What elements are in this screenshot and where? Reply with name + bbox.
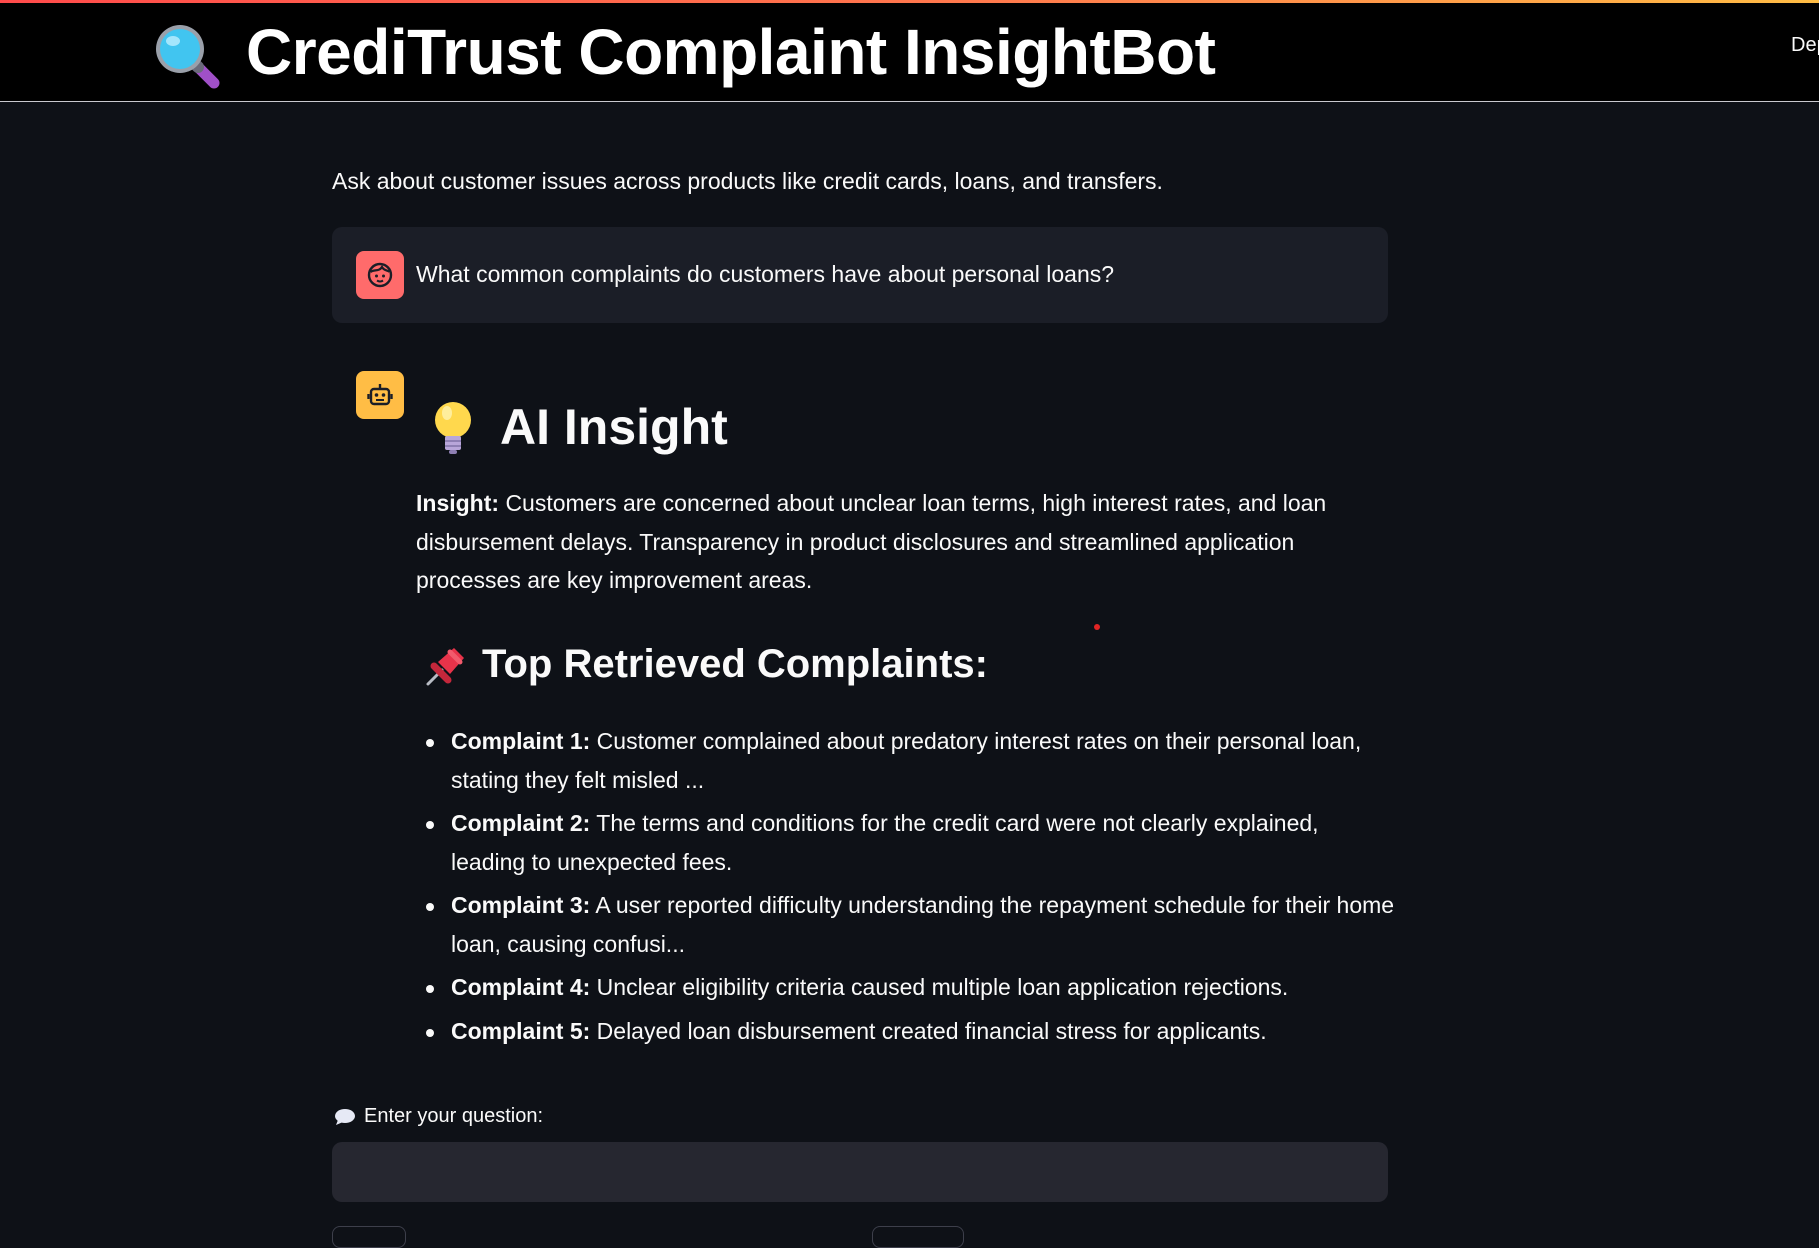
user-avatar <box>356 251 404 299</box>
assistant-avatar <box>356 371 404 419</box>
cursor-dot <box>1094 624 1100 630</box>
app-header: CrediTrust Complaint InsightBot Dep <box>0 3 1819 102</box>
list-item: Complaint 4: Unclear eligibility criteri… <box>416 968 1396 1007</box>
user-message-text: What common complaints do customers have… <box>416 261 1115 287</box>
complaint-label: Complaint 5: <box>451 1017 591 1044</box>
insight-label: Insight: <box>416 490 500 516</box>
complaint-text: Delayed loan disbursement created financ… <box>596 1017 1267 1044</box>
intro-text: Ask about customer issues across product… <box>332 168 1163 194</box>
complaint-label: Complaint 4: <box>451 974 591 1000</box>
deploy-button[interactable]: Dep <box>1791 34 1819 57</box>
lightbulb-icon <box>435 402 471 454</box>
complaint-text: A user reported difficulty understanding… <box>451 892 1395 957</box>
complaints-heading: Top Retrieved Complaints: <box>482 642 988 686</box>
complaint-text: Unclear eligibility criteria caused mult… <box>596 974 1289 1000</box>
list-item: Complaint 3: A user reported difficulty … <box>416 886 1396 963</box>
question-label: Enter your question: <box>334 1105 543 1128</box>
insight-text: Customers are concerned about unclear lo… <box>416 490 1327 593</box>
insight-paragraph: Insight: Customers are concerned about u… <box>416 484 1396 600</box>
app-title: CrediTrust Complaint InsightBot <box>246 16 1216 88</box>
complaint-label: Complaint 2: <box>451 810 591 836</box>
complaint-list: Complaint 1: Customer complained about p… <box>416 722 1396 1055</box>
clear-button[interactable] <box>872 1226 964 1248</box>
question-input[interactable] <box>332 1142 1388 1202</box>
insight-heading: AI Insight <box>500 399 728 455</box>
pushpin-icon <box>426 648 464 686</box>
robot-icon <box>367 384 393 406</box>
magnifying-glass-icon <box>156 25 220 89</box>
list-item: Complaint 1: Customer complained about p… <box>416 722 1396 799</box>
question-label-text: Enter your question: <box>364 1105 543 1127</box>
user-chat-message: What common complaints do customers have… <box>332 227 1388 323</box>
submit-button[interactable] <box>332 1226 406 1248</box>
user-face-icon <box>367 262 393 288</box>
speech-bubble-icon <box>335 1108 355 1125</box>
complaint-label: Complaint 1: <box>451 728 591 754</box>
list-item: Complaint 5: Delayed loan disbursement c… <box>416 1012 1396 1051</box>
list-item: Complaint 2: The terms and conditions fo… <box>416 804 1396 881</box>
complaint-label: Complaint 3: <box>451 892 591 918</box>
